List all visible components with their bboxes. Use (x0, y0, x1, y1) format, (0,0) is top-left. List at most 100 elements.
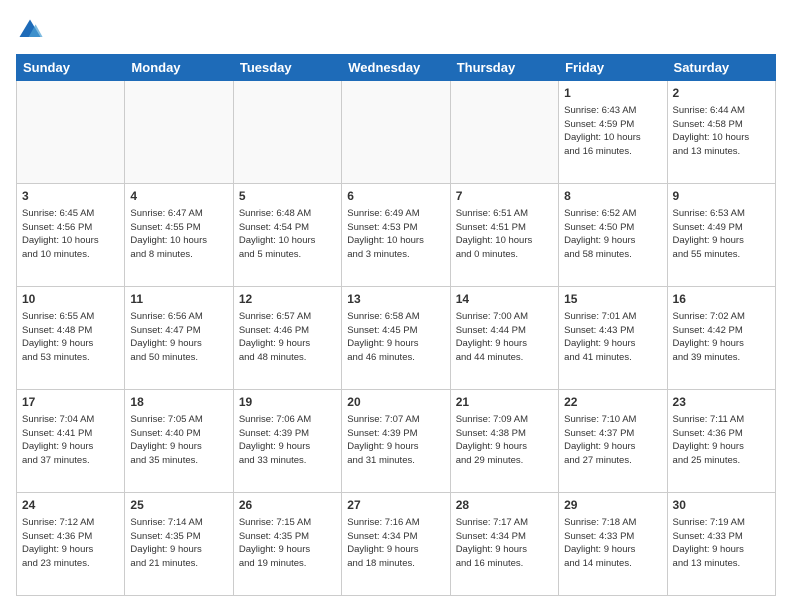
calendar-cell: 15 Sunrise: 7:01 AM Sunset: 4:43 PM Dayli… (559, 287, 667, 390)
day-number: 2 (673, 85, 770, 102)
calendar-cell: 7 Sunrise: 6:51 AM Sunset: 4:51 PM Daylig… (450, 184, 558, 287)
calendar-header: SundayMondayTuesdayWednesdayThursdayFrid… (17, 55, 776, 81)
header-row: SundayMondayTuesdayWednesdayThursdayFrid… (17, 55, 776, 81)
calendar-cell: 2 Sunrise: 6:44 AM Sunset: 4:58 PM Daylig… (667, 81, 775, 184)
calendar-cell: 11 Sunrise: 6:56 AM Sunset: 4:47 PM Dayli… (125, 287, 233, 390)
day-info: Sunrise: 7:06 AM Sunset: 4:39 PM Dayligh… (239, 413, 336, 468)
day-number: 12 (239, 291, 336, 308)
day-info: Sunrise: 7:16 AM Sunset: 4:34 PM Dayligh… (347, 516, 444, 571)
day-number: 10 (22, 291, 119, 308)
calendar-cell: 13 Sunrise: 6:58 AM Sunset: 4:45 PM Dayli… (342, 287, 450, 390)
calendar-cell: 10 Sunrise: 6:55 AM Sunset: 4:48 PM Dayli… (17, 287, 125, 390)
day-header-saturday: Saturday (667, 55, 775, 81)
calendar-cell: 27 Sunrise: 7:16 AM Sunset: 4:34 PM Dayli… (342, 493, 450, 596)
day-info: Sunrise: 7:15 AM Sunset: 4:35 PM Dayligh… (239, 516, 336, 571)
day-info: Sunrise: 6:55 AM Sunset: 4:48 PM Dayligh… (22, 310, 119, 365)
calendar-cell: 20Sunrise: 7:07 AM Sunset: 4:39 PM Dayli… (342, 390, 450, 493)
week-row-4: 17 Sunrise: 7:04 AM Sunset: 4:41 PM Dayli… (17, 390, 776, 493)
day-info: Sunrise: 6:53 AM Sunset: 4:49 PM Dayligh… (673, 207, 770, 262)
calendar-cell: 1Sunrise: 6:43 AM Sunset: 4:59 PM Daylig… (559, 81, 667, 184)
calendar-cell: 3 Sunrise: 6:45 AM Sunset: 4:56 PM Daylig… (17, 184, 125, 287)
day-info: Sunrise: 7:11 AM Sunset: 4:36 PM Dayligh… (673, 413, 770, 468)
day-info: Sunrise: 6:58 AM Sunset: 4:45 PM Dayligh… (347, 310, 444, 365)
calendar-cell: 19 Sunrise: 7:06 AM Sunset: 4:39 PM Dayli… (233, 390, 341, 493)
day-info: Sunrise: 7:17 AM Sunset: 4:34 PM Dayligh… (456, 516, 553, 571)
day-number: 14 (456, 291, 553, 308)
day-info: Sunrise: 6:56 AM Sunset: 4:47 PM Dayligh… (130, 310, 227, 365)
day-info: Sunrise: 7:18 AM Sunset: 4:33 PM Dayligh… (564, 516, 661, 571)
calendar-cell: 17 Sunrise: 7:04 AM Sunset: 4:41 PM Dayli… (17, 390, 125, 493)
day-info: Sunrise: 6:49 AM Sunset: 4:53 PM Dayligh… (347, 207, 444, 262)
day-number: 22 (564, 394, 661, 411)
day-number: 7 (456, 188, 553, 205)
day-number: 25 (130, 497, 227, 514)
day-info: Sunrise: 6:48 AM Sunset: 4:54 PM Dayligh… (239, 207, 336, 262)
day-number: 19 (239, 394, 336, 411)
calendar-cell: 24 Sunrise: 7:12 AM Sunset: 4:36 PM Dayli… (17, 493, 125, 596)
calendar-cell: 6Sunrise: 6:49 AM Sunset: 4:53 PM Daylig… (342, 184, 450, 287)
day-info: Sunrise: 6:47 AM Sunset: 4:55 PM Dayligh… (130, 207, 227, 262)
day-info: Sunrise: 7:14 AM Sunset: 4:35 PM Dayligh… (130, 516, 227, 571)
day-info: Sunrise: 7:05 AM Sunset: 4:40 PM Dayligh… (130, 413, 227, 468)
day-info: Sunrise: 6:44 AM Sunset: 4:58 PM Dayligh… (673, 104, 770, 159)
calendar-cell: 21 Sunrise: 7:09 AM Sunset: 4:38 PM Dayli… (450, 390, 558, 493)
day-number: 18 (130, 394, 227, 411)
day-info: Sunrise: 7:09 AM Sunset: 4:38 PM Dayligh… (456, 413, 553, 468)
day-number: 24 (22, 497, 119, 514)
day-info: Sunrise: 7:10 AM Sunset: 4:37 PM Dayligh… (564, 413, 661, 468)
calendar-table: SundayMondayTuesdayWednesdayThursdayFrid… (16, 54, 776, 596)
day-header-thursday: Thursday (450, 55, 558, 81)
day-header-monday: Monday (125, 55, 233, 81)
week-row-2: 3 Sunrise: 6:45 AM Sunset: 4:56 PM Daylig… (17, 184, 776, 287)
calendar-cell (450, 81, 558, 184)
day-info: Sunrise: 6:51 AM Sunset: 4:51 PM Dayligh… (456, 207, 553, 262)
week-row-1: 1Sunrise: 6:43 AM Sunset: 4:59 PM Daylig… (17, 81, 776, 184)
calendar-cell: 9 Sunrise: 6:53 AM Sunset: 4:49 PM Daylig… (667, 184, 775, 287)
day-info: Sunrise: 7:01 AM Sunset: 4:43 PM Dayligh… (564, 310, 661, 365)
calendar-cell: 23 Sunrise: 7:11 AM Sunset: 4:36 PM Dayli… (667, 390, 775, 493)
calendar-cell: 18 Sunrise: 7:05 AM Sunset: 4:40 PM Dayli… (125, 390, 233, 493)
day-number: 3 (22, 188, 119, 205)
day-number: 20 (347, 394, 444, 411)
day-number: 29 (564, 497, 661, 514)
day-info: Sunrise: 6:57 AM Sunset: 4:46 PM Dayligh… (239, 310, 336, 365)
day-number: 15 (564, 291, 661, 308)
day-number: 9 (673, 188, 770, 205)
day-number: 27 (347, 497, 444, 514)
page: SundayMondayTuesdayWednesdayThursdayFrid… (0, 0, 792, 612)
day-number: 26 (239, 497, 336, 514)
calendar-cell: 4Sunrise: 6:47 AM Sunset: 4:55 PM Daylig… (125, 184, 233, 287)
calendar-cell: 25 Sunrise: 7:14 AM Sunset: 4:35 PM Dayli… (125, 493, 233, 596)
week-row-3: 10 Sunrise: 6:55 AM Sunset: 4:48 PM Dayli… (17, 287, 776, 390)
calendar-cell: 8Sunrise: 6:52 AM Sunset: 4:50 PM Daylig… (559, 184, 667, 287)
calendar-cell (125, 81, 233, 184)
calendar-cell: 22 Sunrise: 7:10 AM Sunset: 4:37 PM Dayli… (559, 390, 667, 493)
calendar-cell (342, 81, 450, 184)
calendar-cell (233, 81, 341, 184)
day-number: 28 (456, 497, 553, 514)
logo (16, 16, 48, 44)
day-number: 30 (673, 497, 770, 514)
day-info: Sunrise: 7:04 AM Sunset: 4:41 PM Dayligh… (22, 413, 119, 468)
calendar-cell: 12 Sunrise: 6:57 AM Sunset: 4:46 PM Dayli… (233, 287, 341, 390)
week-row-5: 24 Sunrise: 7:12 AM Sunset: 4:36 PM Dayli… (17, 493, 776, 596)
day-number: 17 (22, 394, 119, 411)
calendar-cell: 5 Sunrise: 6:48 AM Sunset: 4:54 PM Daylig… (233, 184, 341, 287)
header (16, 16, 776, 44)
day-info: Sunrise: 6:43 AM Sunset: 4:59 PM Dayligh… (564, 104, 661, 159)
day-number: 11 (130, 291, 227, 308)
day-info: Sunrise: 7:12 AM Sunset: 4:36 PM Dayligh… (22, 516, 119, 571)
day-header-friday: Friday (559, 55, 667, 81)
calendar-body: 1Sunrise: 6:43 AM Sunset: 4:59 PM Daylig… (17, 81, 776, 596)
day-info: Sunrise: 7:02 AM Sunset: 4:42 PM Dayligh… (673, 310, 770, 365)
day-number: 13 (347, 291, 444, 308)
day-number: 23 (673, 394, 770, 411)
day-info: Sunrise: 7:19 AM Sunset: 4:33 PM Dayligh… (673, 516, 770, 571)
calendar-cell: 26 Sunrise: 7:15 AM Sunset: 4:35 PM Dayli… (233, 493, 341, 596)
calendar-cell: 30 Sunrise: 7:19 AM Sunset: 4:33 PM Dayli… (667, 493, 775, 596)
day-number: 5 (239, 188, 336, 205)
day-info: Sunrise: 6:45 AM Sunset: 4:56 PM Dayligh… (22, 207, 119, 262)
day-number: 21 (456, 394, 553, 411)
calendar-cell: 28 Sunrise: 7:17 AM Sunset: 4:34 PM Dayli… (450, 493, 558, 596)
day-header-wednesday: Wednesday (342, 55, 450, 81)
